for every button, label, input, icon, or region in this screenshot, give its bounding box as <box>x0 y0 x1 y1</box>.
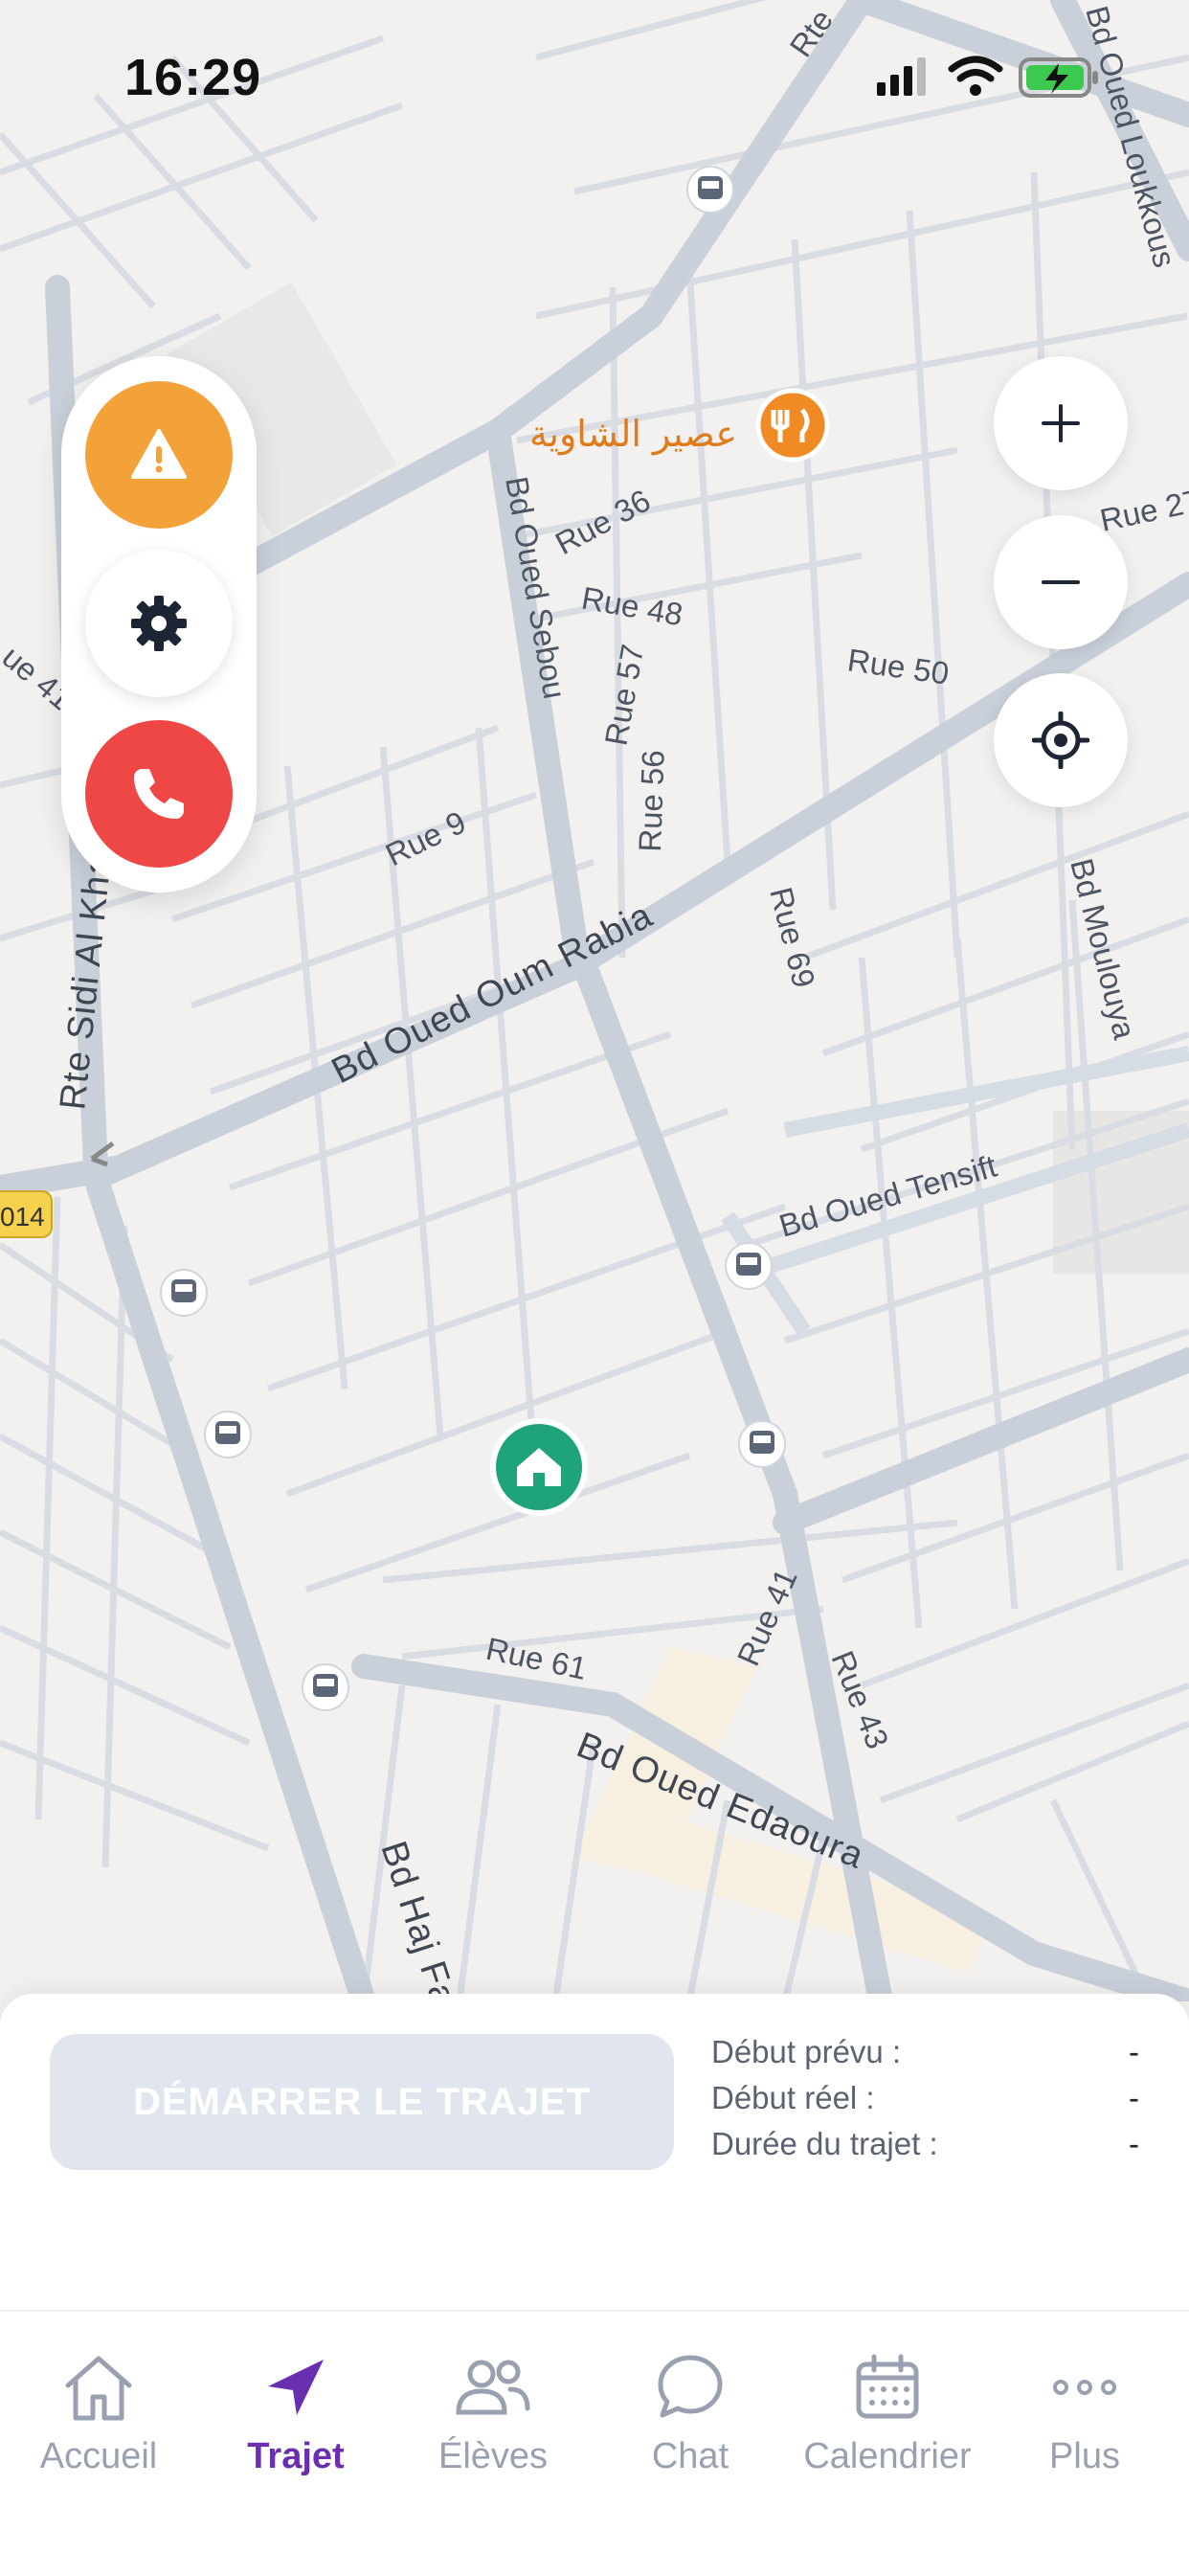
bus-stop-icon <box>302 1663 349 1711</box>
trip-panel: DÉMARRER LE TRAJET Début prévu : - Début… <box>0 1994 1189 2310</box>
battery-charging-icon <box>1019 57 1098 98</box>
planned-start-value: - <box>1129 2034 1139 2069</box>
label-rue-48: Rue 48 <box>579 579 685 632</box>
label-rue-56: Rue 56 <box>632 750 671 853</box>
wifi-icon <box>948 56 1003 82</box>
phone-icon <box>134 769 184 819</box>
restaurant-marker[interactable]: عصير الشاوية <box>529 388 830 463</box>
quick-actions-panel <box>61 356 257 893</box>
gear-icon <box>131 596 187 651</box>
tab-chat[interactable]: Chat <box>592 2344 789 2477</box>
tab-label: Chat <box>651 2436 729 2476</box>
actual-start-label: Début réel : <box>711 2080 875 2115</box>
signal-icon <box>877 57 926 96</box>
actual-start-value: - <box>1129 2080 1139 2115</box>
restaurant-label: عصير الشاوية <box>529 413 737 456</box>
status-time: 16:29 <box>124 49 262 106</box>
tab-bar: Accueil Trajet Élèves Chat Calendrier Pl… <box>0 2310 1189 2576</box>
bus-stop-icon <box>204 1411 252 1458</box>
label-rue-57: Rue 57 <box>597 642 650 748</box>
map-canvas: Rte Bd Oued Loukkous Bd Oued Sebou Rue 3… <box>0 0 1189 2001</box>
label-bd-haj-fa: Bd Haj Fa <box>372 1837 463 2001</box>
tab-accueil[interactable]: Accueil <box>0 2344 197 2477</box>
calendar-icon <box>856 2354 919 2419</box>
tab-label: Élèves <box>437 2436 549 2476</box>
bus-stop-icon <box>686 166 734 214</box>
label-rue-36: Rue 36 <box>550 483 656 562</box>
status-icons <box>877 56 1098 98</box>
call-button[interactable] <box>85 720 233 868</box>
crosshair-icon <box>1032 712 1089 769</box>
more-dots-icon <box>1053 2380 1116 2395</box>
label-bd-oued-loukkous: Bd Oued Loukkous <box>1079 2 1182 271</box>
school-marker[interactable] <box>490 1418 588 1516</box>
planned-start-label: Début prévu : <box>711 2034 902 2069</box>
duration-value: - <box>1129 2126 1139 2161</box>
navigation-arrow-icon <box>268 2360 324 2415</box>
minus-icon <box>1042 580 1080 584</box>
users-icon <box>456 2360 530 2415</box>
map-view[interactable]: Rte Bd Oued Loukkous Bd Oued Sebou Rue 3… <box>0 0 1189 2001</box>
zoom-in-button[interactable] <box>994 356 1128 490</box>
home-icon <box>65 2356 132 2421</box>
bus-stop-icon <box>725 1242 773 1290</box>
locate-button[interactable] <box>994 673 1128 807</box>
label-rue-9: Rue 9 <box>380 803 471 872</box>
alert-button[interactable] <box>85 381 233 529</box>
label-rue-69: Rue 69 <box>763 884 822 991</box>
svg-text:014: 014 <box>0 1202 45 1232</box>
tab-label: Plus <box>1049 2436 1120 2476</box>
bus-stop-icon <box>160 1269 208 1317</box>
duration-label: Durée du trajet : <box>711 2126 938 2161</box>
warning-icon <box>131 429 187 479</box>
plus-icon <box>1042 404 1080 442</box>
tab-label: Calendrier <box>803 2436 972 2476</box>
tab-plus[interactable]: Plus <box>986 2344 1183 2477</box>
tab-label: Trajet <box>247 2436 345 2476</box>
tab-calendrier[interactable]: Calendrier <box>789 2344 986 2477</box>
tab-eleves[interactable]: Élèves <box>394 2344 592 2477</box>
zoom-out-button[interactable] <box>994 515 1128 649</box>
bus-stop-icon <box>738 1420 786 1468</box>
label-rue-27: Rue 27 <box>1097 483 1189 538</box>
chat-bubble-icon <box>658 2355 723 2418</box>
start-trip-button[interactable]: DÉMARRER LE TRAJET <box>50 2034 674 2170</box>
tab-trajet[interactable]: Trajet <box>197 2344 394 2477</box>
road-number-badge: 014 <box>0 1190 53 1238</box>
tab-label: Accueil <box>39 2436 158 2476</box>
settings-button[interactable] <box>85 550 233 697</box>
